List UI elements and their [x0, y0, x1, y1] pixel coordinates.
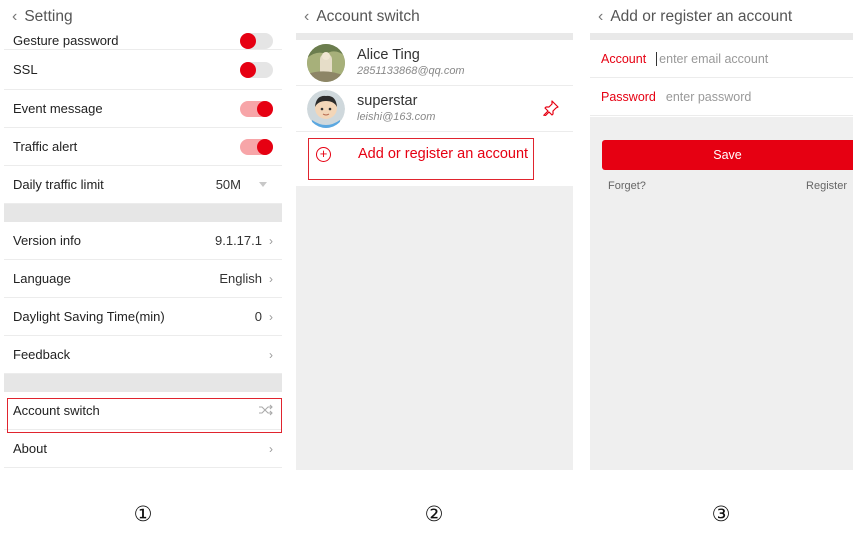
password-label: Password — [601, 89, 656, 104]
chevron-right-icon: › — [269, 233, 273, 248]
toggle-knob — [240, 33, 256, 49]
row-label: SSL — [13, 62, 38, 77]
row-label: Version info — [13, 233, 81, 248]
section-divider — [4, 204, 282, 222]
account-switch-highlight — [7, 398, 282, 433]
account-item-superstar[interactable]: superstar leishi@163.com — [296, 86, 573, 132]
version-value: 9.1.17.1 — [215, 233, 262, 248]
account-item-alice[interactable]: Alice Ting 2851133868@qq.com — [296, 40, 573, 86]
back-chevron-icon[interactable]: ‹ — [598, 8, 603, 26]
setting-row-about[interactable]: About › — [4, 430, 282, 468]
setting-row-event-message[interactable]: Event message — [4, 90, 282, 128]
register-screen: ‹ Add or register an account Account Pas… — [590, 0, 853, 470]
account-email: leishi@163.com — [357, 111, 436, 123]
chevron-right-icon: › — [269, 441, 273, 456]
ssl-toggle[interactable] — [240, 61, 273, 78]
account-field-row: Account — [590, 40, 853, 78]
password-field-row: Password — [590, 78, 853, 116]
row-label: Daylight Saving Time(min) — [13, 309, 165, 324]
account-email: 2851133868@qq.com — [357, 65, 465, 77]
forget-link[interactable]: Forget? — [608, 180, 646, 192]
section-divider — [296, 33, 573, 40]
pin-icon[interactable] — [543, 100, 559, 121]
chevron-right-icon: › — [269, 271, 273, 286]
row-label: About — [13, 441, 47, 456]
daily-limit-value: 50M — [215, 177, 241, 192]
step-number-3: ③ — [711, 503, 731, 526]
toggle-knob — [257, 138, 273, 155]
empty-area — [296, 186, 573, 470]
back-chevron-icon[interactable]: ‹ — [304, 8, 309, 26]
dst-value: 0 — [254, 309, 262, 324]
password-field[interactable] — [665, 89, 816, 104]
page-title: Setting — [24, 7, 73, 25]
traffic-alert-toggle[interactable] — [240, 138, 273, 155]
register-titlebar: ‹ Add or register an account — [590, 0, 853, 33]
event-toggle[interactable] — [240, 100, 273, 117]
account-label: Account — [601, 51, 647, 66]
account-name: Alice Ting — [357, 47, 420, 63]
setting-row-daily-traffic-limit[interactable]: Daily traffic limit 50M — [4, 166, 282, 204]
email-field[interactable] — [656, 51, 807, 66]
row-label: Gesture password — [13, 33, 119, 48]
chevron-right-icon: › — [269, 347, 273, 362]
gesture-toggle[interactable] — [240, 33, 273, 49]
account-switch-screen: ‹ Account switch Alice Ting 2851133868@q… — [296, 0, 573, 470]
step-number-1: ① — [133, 503, 153, 526]
step-number-2: ② — [424, 503, 444, 526]
setting-row-version-info[interactable]: Version info 9.1.17.1 › — [4, 222, 282, 260]
setting-titlebar: ‹ Setting — [4, 0, 282, 33]
row-label: Daily traffic limit — [13, 177, 104, 192]
back-chevron-icon[interactable]: ‹ — [12, 8, 17, 26]
setting-screen: ‹ Setting Gesture password SSL Event mes… — [4, 0, 282, 470]
section-divider — [4, 374, 282, 392]
row-label: Traffic alert — [13, 139, 78, 154]
page-title: Add or register an account — [610, 7, 793, 25]
setting-row-gesture-password[interactable]: Gesture password — [4, 33, 282, 50]
caret-down-icon — [259, 182, 267, 187]
account-switch-titlebar: ‹ Account switch — [296, 0, 573, 33]
setting-row-language[interactable]: Language English › — [4, 260, 282, 298]
row-label: Event message — [13, 101, 103, 116]
language-value: English — [219, 271, 262, 286]
setting-row-traffic-alert[interactable]: Traffic alert — [4, 128, 282, 166]
toggle-knob — [257, 100, 273, 117]
section-divider — [590, 33, 853, 40]
avatar — [307, 43, 345, 82]
page-title: Account switch — [316, 7, 420, 25]
row-label: Feedback — [13, 347, 71, 362]
chevron-right-icon: › — [269, 309, 273, 324]
register-link[interactable]: Register — [806, 180, 847, 192]
setting-row-daylight-saving[interactable]: Daylight Saving Time(min) 0 › — [4, 298, 282, 336]
toggle-knob — [240, 61, 256, 78]
setting-row-ssl[interactable]: SSL — [4, 50, 282, 90]
account-name: superstar — [357, 93, 418, 109]
avatar — [307, 89, 345, 128]
setting-row-feedback[interactable]: Feedback › — [4, 336, 282, 374]
add-account-highlight — [308, 138, 534, 180]
row-label: Language — [13, 271, 71, 286]
save-button[interactable]: Save — [602, 140, 853, 170]
